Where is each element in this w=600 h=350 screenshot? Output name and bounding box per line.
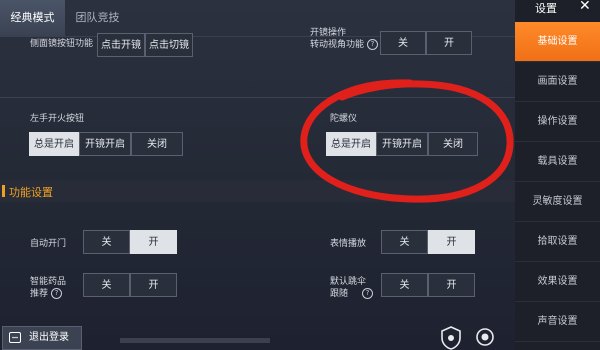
sidebar-item-sensitivity[interactable]: 灵敏度设置: [515, 182, 600, 222]
option-off[interactable]: 关: [381, 230, 428, 254]
option-click-switch-scope[interactable]: 点击切镜: [145, 33, 193, 57]
left-fire-button-toggle: 总是开启 开镜开启 关闭: [29, 132, 183, 156]
help-icon[interactable]: ?: [367, 39, 379, 50]
option-on[interactable]: 开: [426, 31, 472, 55]
option-on[interactable]: 开: [428, 273, 475, 297]
sidebar-item-vehicle[interactable]: 载具设置: [515, 142, 600, 182]
annotation-circle: [300, 79, 514, 203]
left-fire-button-label: 左手开火按钮: [30, 114, 85, 124]
emote-play-label: 表情播放: [330, 239, 367, 249]
headset-icon[interactable]: [474, 326, 496, 350]
default-follow-label-line1: 默认跳伞: [330, 277, 367, 287]
emote-play-toggle: 关 开: [381, 230, 475, 254]
option-off[interactable]: 关: [381, 273, 428, 297]
default-follow-toggle: 关 开: [381, 273, 475, 297]
sidebar-item-graphics[interactable]: 画面设置: [515, 62, 600, 102]
sidebar-item-effects[interactable]: 效果设置: [515, 262, 600, 302]
close-icon[interactable]: ✕: [579, 0, 591, 14]
smart-medicine-label-text: 推荐: [30, 289, 49, 299]
footer-text: [200, 338, 270, 343]
option-always-on[interactable]: 总是开启: [29, 132, 79, 156]
help-icon[interactable]: ?: [362, 288, 374, 299]
sidebar-item-sound[interactable]: 声音设置: [515, 302, 600, 342]
default-follow-label-text: 跟随: [330, 289, 349, 299]
option-off[interactable]: 关: [83, 273, 130, 297]
sidebar-header: 设置 ✕: [515, 0, 600, 18]
option-on[interactable]: 开: [130, 273, 177, 297]
scope-view-toggle: 关 开: [380, 31, 472, 55]
option-scope-on[interactable]: 开镜开启: [79, 132, 131, 156]
logout-icon: [9, 332, 21, 343]
smart-medicine-label-line1: 智能药品: [30, 277, 67, 287]
auto-door-toggle: 关 开: [83, 230, 177, 254]
tab-team-deathmatch[interactable]: 团队竞技: [65, 0, 130, 36]
sidebar-title: 设置: [535, 2, 557, 15]
shield-icon[interactable]: [440, 326, 462, 350]
scope-view-label-line1: 开镜操作: [310, 28, 347, 38]
side-scope-button-label: 侧面镜按钮功能: [30, 39, 94, 49]
settings-sidebar: 设置 ✕ 基础设置 画面设置 操作设置 载具设置 灵敏度设置 拾取设置 效果设置…: [515, 0, 600, 350]
footer-text: [120, 338, 210, 343]
option-on[interactable]: 开: [130, 230, 177, 254]
sidebar-item-controls[interactable]: 操作设置: [515, 102, 600, 142]
auto-door-label: 自动开门: [30, 239, 67, 249]
option-click-open-scope[interactable]: 点击开镜: [97, 33, 145, 57]
side-scope-button-toggle: 点击开镜 点击切镜: [97, 33, 193, 57]
help-icon[interactable]: ?: [51, 288, 63, 299]
scope-view-label-text: 转动视角功能: [310, 40, 365, 50]
option-off[interactable]: 关: [380, 31, 426, 55]
scope-view-label-line2: 转动视角功能?: [310, 39, 379, 51]
section-accent-bar: [2, 185, 5, 197]
settings-screen: 经典模式 团队竞技 侧面镜按钮功能 点击开镜 点击切镜 开镜操作 转动视角功能?…: [0, 0, 600, 350]
default-follow-label-line2: 跟随?: [330, 288, 374, 300]
option-off[interactable]: 关: [83, 230, 130, 254]
smart-medicine-label-line2: 推荐?: [30, 288, 63, 300]
sidebar-item-basic[interactable]: 基础设置: [515, 22, 600, 62]
sidebar-item-pickup[interactable]: 拾取设置: [515, 222, 600, 262]
logout-button[interactable]: 退出登录: [2, 326, 82, 350]
section-title: 功能设置: [9, 186, 53, 199]
smart-medicine-toggle: 关 开: [83, 273, 177, 297]
tab-classic-mode[interactable]: 经典模式: [0, 0, 65, 36]
option-on[interactable]: 开: [428, 230, 475, 254]
main-panel: 经典模式 团队竞技 侧面镜按钮功能 点击开镜 点击切镜 开镜操作 转动视角功能?…: [0, 0, 515, 350]
option-off[interactable]: 关闭: [131, 132, 183, 156]
logout-label: 退出登录: [29, 332, 69, 343]
